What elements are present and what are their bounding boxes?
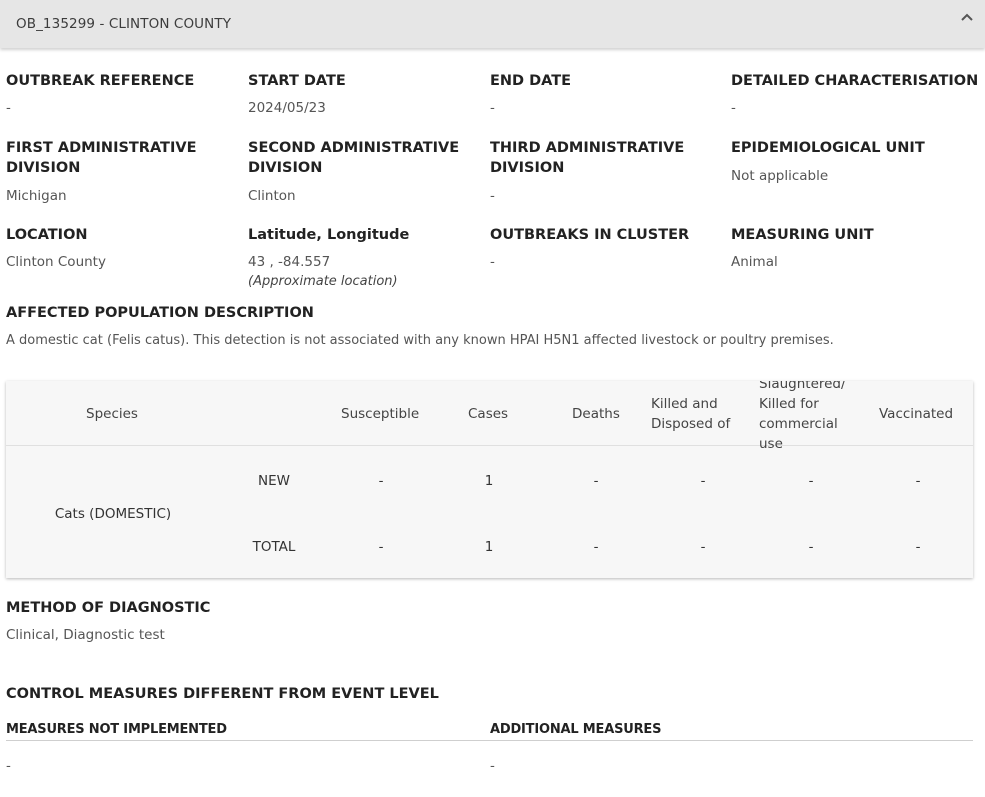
- third-admin-label-line1: THIRD ADMINISTRATIVE: [490, 140, 685, 156]
- start-date-value: 2024/05/23: [248, 100, 326, 116]
- th-species: Species: [86, 406, 138, 422]
- location-label: LOCATION: [6, 227, 88, 243]
- field-measuring-unit: MEASURING UNIT Animal: [731, 225, 874, 272]
- diagnostic-value: Clinical, Diagnostic test: [6, 627, 165, 643]
- field-method-of-diagnostic: METHOD OF DIAGNOSTIC Clinical, Diagnosti…: [6, 598, 210, 645]
- detailed-characterisation-label: DETAILED CHARACTERISATION: [731, 73, 979, 89]
- field-outbreak-reference: OUTBREAK REFERENCE -: [6, 71, 194, 118]
- row-new-deaths: -: [593, 473, 599, 489]
- end-date-value: -: [490, 100, 495, 116]
- th-susceptible: Susceptible: [341, 406, 420, 422]
- diagnostic-label: METHOD OF DIAGNOSTIC: [6, 600, 211, 616]
- field-detailed-characterisation: DETAILED CHARACTERISATION -: [731, 71, 978, 118]
- measures-not-implemented-value: -: [6, 758, 11, 774]
- additional-measures-label: ADDITIONAL MEASURES: [490, 722, 662, 737]
- location-value: Clinton County: [6, 254, 106, 270]
- second-admin-label-line1: SECOND ADMINISTRATIVE: [248, 140, 460, 156]
- field-lat-long: Latitude, Longitude 43 , -84.557 (Approx…: [248, 225, 409, 291]
- start-date-label: START DATE: [248, 73, 346, 89]
- field-start-date: START DATE 2024/05/23: [248, 71, 346, 118]
- row-new-vaccinated: -: [915, 473, 921, 489]
- field-second-admin-division: SECOND ADMINISTRATIVE DIVISION Clinton: [248, 138, 459, 206]
- field-affected-population: AFFECTED POPULATION DESCRIPTION A domest…: [6, 303, 976, 351]
- row-new-kind: NEW: [258, 473, 290, 489]
- second-admin-value: Clinton: [248, 188, 296, 204]
- third-admin-value: -: [490, 188, 495, 204]
- outbreaks-in-cluster-value: -: [490, 254, 495, 270]
- epi-unit-label: EPIDEMIOLOGICAL UNIT: [731, 140, 925, 156]
- third-admin-label-line2: DIVISION: [490, 160, 565, 176]
- field-outbreaks-in-cluster: OUTBREAKS IN CLUSTER -: [490, 225, 689, 272]
- row-total-kind: TOTAL: [252, 539, 296, 555]
- species-table-header: Species Susceptible Cases Deaths Killed …: [6, 381, 973, 452]
- row-total-killed: -: [700, 539, 706, 555]
- epi-unit-value: Not applicable: [731, 168, 829, 184]
- row-new-slaughtered: -: [808, 473, 814, 489]
- affected-population-text: A domestic cat (Felis catus). This detec…: [6, 333, 834, 348]
- outbreak-title: OB_135299 - CLINTON COUNTY: [16, 16, 232, 32]
- approximate-location-note: (Approximate location): [248, 274, 398, 289]
- th-deaths: Deaths: [572, 406, 620, 422]
- outbreak-reference-label: OUTBREAK REFERENCE: [6, 73, 195, 89]
- lat-long-label: Latitude, Longitude: [248, 227, 410, 243]
- row-total-cases: 1: [484, 539, 494, 555]
- row-total-vaccinated: -: [915, 539, 921, 555]
- th-vaccinated: Vaccinated: [879, 406, 954, 422]
- th-killed-line1: Killed and: [651, 396, 718, 412]
- field-third-admin-division: THIRD ADMINISTRATIVE DIVISION -: [490, 138, 684, 206]
- first-admin-value: Michigan: [6, 188, 67, 204]
- control-measures-label: CONTROL MEASURES DIFFERENT FROM EVENT LE…: [6, 686, 439, 702]
- measures-divider: [6, 740, 973, 741]
- field-end-date: END DATE -: [490, 71, 571, 118]
- species-name-cell: Cats (DOMESTIC): [54, 506, 172, 522]
- th-killed-line2: Disposed of: [651, 416, 731, 432]
- field-location: LOCATION Clinton County: [6, 225, 106, 272]
- outbreaks-in-cluster-label: OUTBREAKS IN CLUSTER: [490, 227, 690, 243]
- additional-measures-value: -: [490, 758, 495, 774]
- th-slaughtered-line4: use: [759, 436, 783, 452]
- row-total-susceptible: -: [378, 539, 384, 555]
- outbreak-reference-value: -: [6, 100, 11, 116]
- th-slaughtered-line1: Slaughtered/: [759, 381, 846, 392]
- row-new-susceptible: -: [378, 473, 384, 489]
- row-total-deaths: -: [593, 539, 599, 555]
- measures-not-implemented-label: MEASURES NOT IMPLEMENTED: [6, 722, 227, 737]
- detailed-characterisation-value: -: [731, 100, 736, 116]
- first-admin-label-line2: DIVISION: [6, 160, 81, 176]
- first-admin-label-line1: FIRST ADMINISTRATIVE: [6, 140, 197, 156]
- species-table: Species Susceptible Cases Deaths Killed …: [6, 381, 973, 578]
- measuring-unit-value: Animal: [731, 254, 778, 270]
- second-admin-label-line2: DIVISION: [248, 160, 323, 176]
- measuring-unit-label: MEASURING UNIT: [731, 227, 874, 243]
- row-new-cases: 1: [484, 473, 494, 489]
- affected-population-label: AFFECTED POPULATION DESCRIPTION: [6, 305, 314, 321]
- row-new-killed: -: [700, 473, 706, 489]
- row-total-slaughtered: -: [808, 539, 814, 555]
- field-epidemiological-unit: EPIDEMIOLOGICAL UNIT Not applicable: [731, 138, 925, 186]
- th-slaughtered-line3: commercial: [759, 416, 838, 432]
- end-date-label: END DATE: [490, 73, 572, 89]
- field-first-admin-division: FIRST ADMINISTRATIVE DIVISION Michigan: [6, 138, 196, 206]
- th-slaughtered-line2: Killed for: [759, 396, 819, 412]
- lat-long-value: 43 , -84.557: [248, 254, 331, 270]
- th-cases: Cases: [468, 406, 509, 422]
- outbreak-header[interactable]: OB_135299 - CLINTON COUNTY: [0, 0, 985, 48]
- chevron-up-icon[interactable]: [959, 9, 975, 25]
